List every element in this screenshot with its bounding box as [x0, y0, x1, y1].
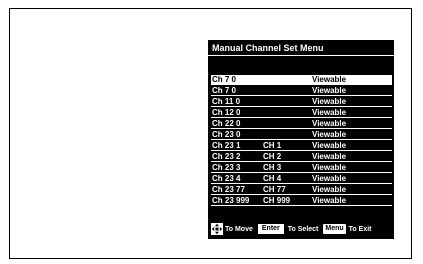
menu-title: Manual Channel Set Menu — [212, 43, 324, 53]
channel-row[interactable]: Ch 23 1 CH 1 Viewable — [211, 141, 392, 151]
channel-row[interactable]: Ch 23 999 CH 999 Viewable — [211, 196, 392, 206]
channel-row[interactable]: Ch 22 0 Viewable — [211, 119, 392, 129]
channel-list: Ch 7 0 Viewable Ch 7 0 Viewable Ch 11 0 … — [211, 75, 392, 207]
channel-label: CH 2 — [263, 152, 282, 161]
channel-label: CH 999 — [263, 196, 291, 205]
channel-status: Viewable — [312, 141, 347, 150]
channel-number: Ch 12 0 — [212, 108, 241, 117]
channel-status: Viewable — [312, 174, 347, 183]
channel-number: Ch 11 0 — [212, 97, 241, 106]
channel-label: CH 77 — [263, 185, 286, 194]
channel-status: Viewable — [312, 97, 347, 106]
channel-number: Ch 23 999 — [212, 196, 250, 205]
channel-status: Viewable — [312, 119, 347, 128]
channel-status: Viewable — [312, 185, 347, 194]
four-way-arrow-icon — [211, 223, 223, 235]
channel-status: Viewable — [312, 196, 347, 205]
tv-screen-frame: Manual Channel Set Menu Ch 7 0 Viewable … — [9, 8, 412, 259]
channel-number: Ch 7 0 — [212, 75, 237, 84]
channel-label: CH 1 — [263, 141, 282, 150]
channel-status: Viewable — [312, 130, 347, 139]
title-divider — [208, 55, 394, 56]
channel-row[interactable]: Ch 23 4 CH 4 Viewable — [211, 174, 392, 184]
select-hint: To Select — [287, 225, 319, 233]
channel-row[interactable]: Ch 23 0 Viewable — [211, 130, 392, 140]
channel-status: Viewable — [312, 108, 347, 117]
channel-row[interactable]: Ch 23 3 CH 3 Viewable — [211, 163, 392, 173]
channel-status: Viewable — [312, 75, 347, 84]
enter-key-button[interactable]: Enter — [256, 223, 285, 235]
channel-number: Ch 23 1 — [212, 141, 241, 150]
channel-label: CH 4 — [263, 174, 282, 183]
channel-row[interactable]: Ch 23 2 CH 2 Viewable — [211, 152, 392, 162]
channel-number: Ch 23 0 — [212, 130, 241, 139]
channel-label: CH 3 — [263, 163, 282, 172]
channel-status: Viewable — [312, 152, 347, 161]
channel-number: Ch 23 3 — [212, 163, 241, 172]
move-hint: To Move — [225, 225, 253, 233]
channel-row[interactable]: Ch 11 0 Viewable — [211, 97, 392, 107]
exit-hint: To Exit — [348, 225, 372, 233]
channel-row[interactable]: Ch 23 77 CH 77 Viewable — [211, 185, 392, 195]
help-bar: To Move Enter To Select Menu To Exit — [211, 223, 376, 235]
channel-row[interactable]: Ch 7 0 Viewable — [211, 75, 392, 85]
channel-number: Ch 22 0 — [212, 119, 241, 128]
channel-number: Ch 23 77 — [212, 185, 245, 194]
channel-number: Ch 7 0 — [212, 86, 237, 95]
channel-row[interactable]: Ch 12 0 Viewable — [211, 108, 392, 118]
channel-row[interactable]: Ch 7 0 Viewable — [211, 86, 392, 96]
channel-status: Viewable — [312, 163, 347, 172]
menu-key-button[interactable]: Menu — [322, 223, 347, 235]
channel-status: Viewable — [312, 86, 347, 95]
channel-number: Ch 23 2 — [212, 152, 241, 161]
channel-number: Ch 23 4 — [212, 174, 241, 183]
manual-channel-set-menu: Manual Channel Set Menu Ch 7 0 Viewable … — [208, 40, 394, 239]
